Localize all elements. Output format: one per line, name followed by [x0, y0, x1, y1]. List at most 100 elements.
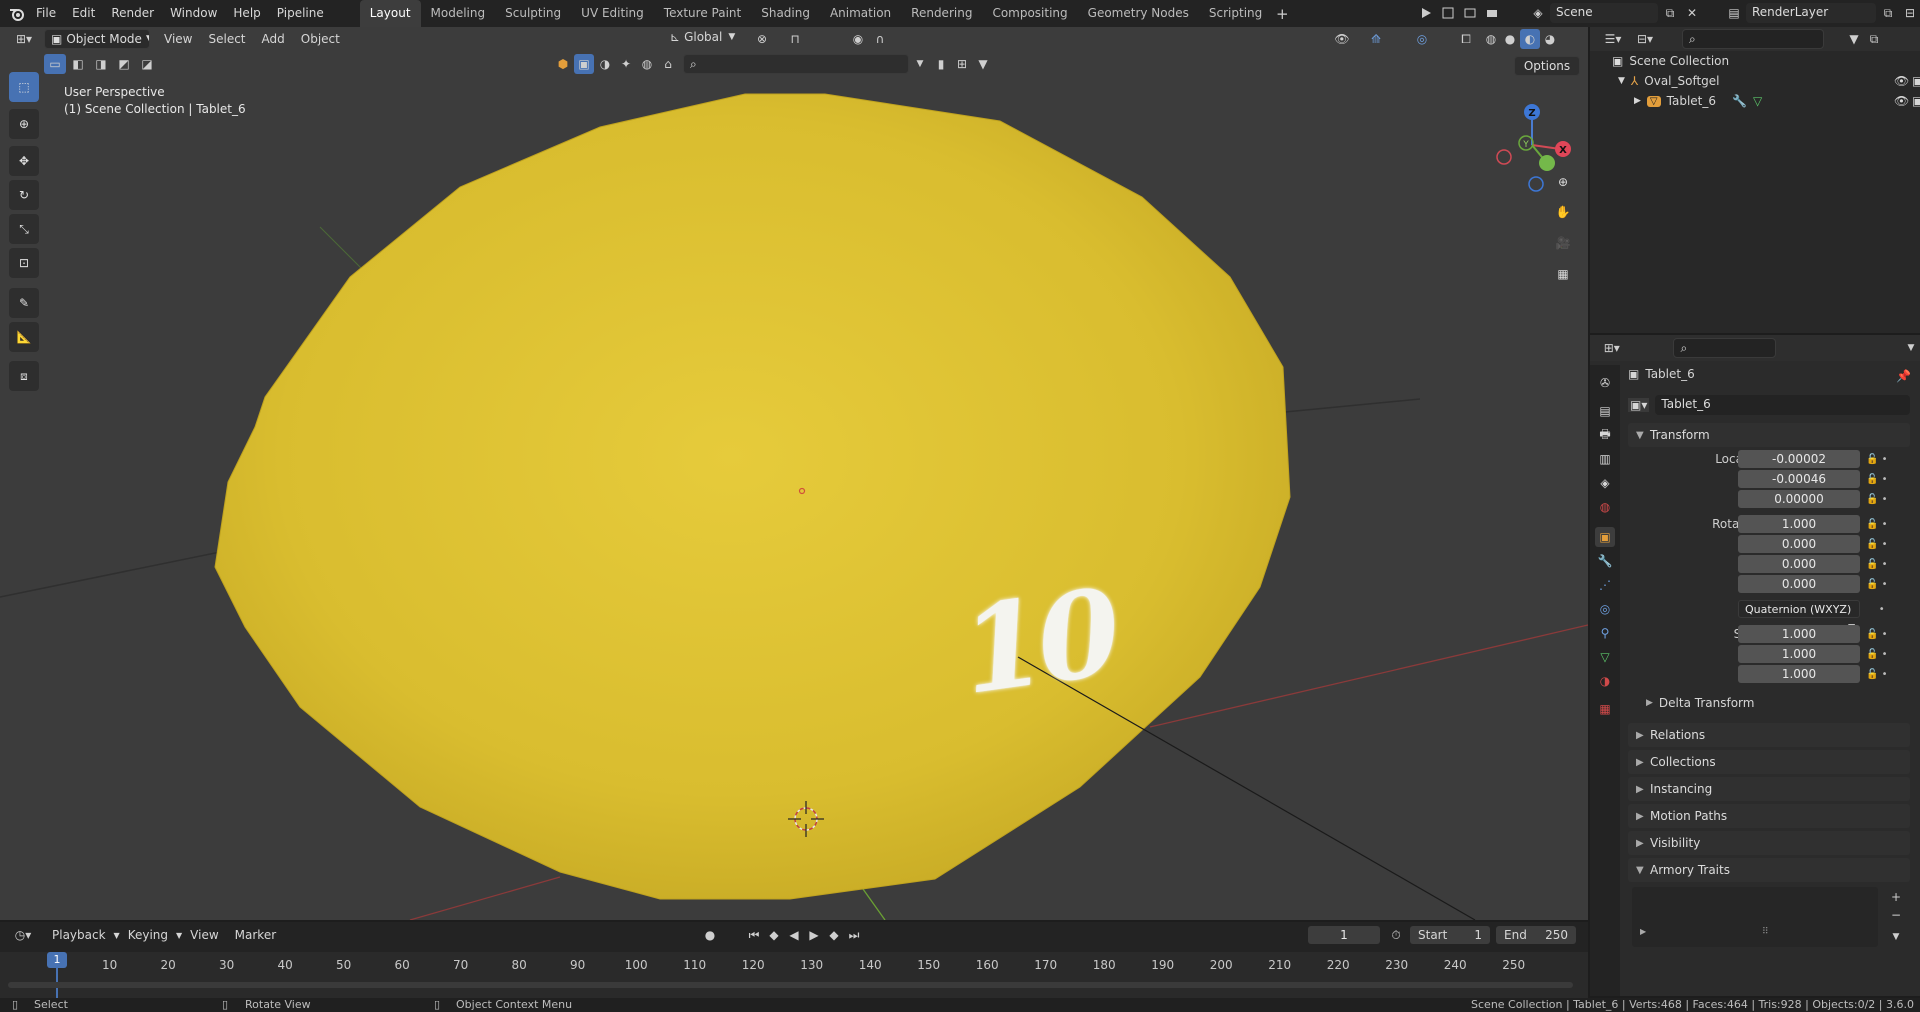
- viewport-menu-add[interactable]: Add: [254, 32, 293, 46]
- scene-tab-icon[interactable]: ◈: [1595, 473, 1615, 493]
- viewport-search-input[interactable]: ⌕: [683, 54, 909, 74]
- select-intersect-icon[interactable]: ◪: [136, 54, 158, 74]
- lock-icon[interactable]: 🔓 •: [1866, 535, 1906, 555]
- rendered-shading-icon[interactable]: ◕: [1540, 29, 1560, 49]
- tool-move[interactable]: ✥: [9, 146, 39, 176]
- object-datablock[interactable]: ▣▾ Tablet_6: [1628, 395, 1910, 415]
- play-reverse-icon[interactable]: ◀: [784, 925, 804, 945]
- eye-icon[interactable]: 👁: [1894, 94, 1909, 108]
- view-options-icon[interactable]: ⊞: [952, 54, 972, 74]
- tab-modeling[interactable]: Modeling: [421, 0, 496, 27]
- chevron-down-icon[interactable]: ▼: [1886, 927, 1906, 947]
- keyframe-dot-icon[interactable]: •: [1866, 600, 1906, 620]
- timeline-menu-view[interactable]: View: [182, 928, 226, 942]
- camera-render-icon[interactable]: ▣: [1912, 94, 1920, 108]
- viewlayer-tab-icon[interactable]: ▥: [1595, 449, 1615, 469]
- tool-measure[interactable]: 📐: [9, 322, 39, 352]
- tool-cursor[interactable]: ⊕: [9, 109, 39, 139]
- scale-y-field[interactable]: 1.000: [1738, 645, 1860, 663]
- lock-icon[interactable]: 🔓 •: [1866, 450, 1906, 470]
- scale-x-field[interactable]: 1.000: [1738, 625, 1860, 643]
- rotation-mode-dropdown[interactable]: Quaternion (WXYZ)▼: [1738, 600, 1860, 633]
- chevron-down-icon[interactable]: ▼: [910, 54, 930, 74]
- relations-panel-header[interactable]: ▶ Relations: [1628, 723, 1910, 747]
- scene-filter-icon[interactable]: ⬢: [553, 54, 573, 74]
- location-x-field[interactable]: -0.00002: [1738, 450, 1860, 468]
- material-filter-icon[interactable]: ◑: [595, 54, 615, 74]
- menu-pipeline[interactable]: Pipeline: [269, 0, 332, 27]
- camera-render-icon[interactable]: ▣: [1912, 74, 1920, 88]
- rotation-z-field[interactable]: 0.000: [1738, 575, 1860, 593]
- outliner-search-input[interactable]: ⌕: [1682, 29, 1824, 49]
- select-extend-icon[interactable]: ◧: [67, 54, 89, 74]
- play-render-icon[interactable]: [1416, 3, 1436, 23]
- motion-paths-panel-header[interactable]: ▶ Motion Paths: [1628, 804, 1910, 828]
- play-icon[interactable]: ▶: [804, 925, 824, 945]
- properties-search-input[interactable]: ⌕: [1673, 338, 1776, 358]
- menu-window[interactable]: Window: [162, 0, 225, 27]
- armory-traits-panel-header[interactable]: ▼ Armory Traits: [1628, 858, 1910, 882]
- bookmark-icon[interactable]: ▮: [931, 54, 951, 74]
- tab-texture-paint[interactable]: Texture Paint: [654, 0, 751, 27]
- blender-logo-icon[interactable]: [6, 4, 28, 24]
- rotation-y-field[interactable]: 0.000: [1738, 555, 1860, 573]
- end-frame-field[interactable]: End 250: [1496, 926, 1576, 944]
- location-y-field[interactable]: -0.00046: [1738, 470, 1860, 488]
- light-filter-icon[interactable]: ✦: [616, 54, 636, 74]
- pan-hand-icon[interactable]: ✋: [1550, 199, 1576, 225]
- viewport-menu-object[interactable]: Object: [293, 32, 348, 46]
- constraints-tab-icon[interactable]: ⚲: [1595, 623, 1615, 643]
- armory-traits-list[interactable]: ▶ ⠿: [1632, 887, 1878, 947]
- select-difference-icon[interactable]: ◩: [113, 54, 135, 74]
- scene-name[interactable]: Scene: [1550, 3, 1658, 23]
- timeline-track[interactable]: [0, 952, 1588, 998]
- select-new-icon[interactable]: ▭: [44, 54, 66, 74]
- visibility-icon[interactable]: 👁: [1332, 29, 1352, 49]
- object-tab-icon[interactable]: ▣: [1595, 527, 1615, 547]
- properties-editor-icon[interactable]: ⊞▾: [1600, 338, 1623, 358]
- lock-icon[interactable]: 🔓 •: [1866, 490, 1906, 510]
- timeline-menu-marker[interactable]: Marker: [227, 928, 284, 942]
- menu-edit[interactable]: Edit: [64, 0, 103, 27]
- object-name-field[interactable]: Tablet_6: [1655, 395, 1910, 415]
- jump-start-icon[interactable]: ⏮: [744, 925, 764, 945]
- tool-select-box[interactable]: ⬚: [9, 72, 39, 102]
- viewport-menu-view[interactable]: View: [156, 32, 200, 46]
- tab-scripting[interactable]: Scripting: [1199, 0, 1272, 27]
- lock-icon[interactable]: 🔓 •: [1866, 625, 1906, 645]
- lock-icon[interactable]: 🔓 •: [1866, 470, 1906, 490]
- timeline-menu-playback[interactable]: Playback: [44, 928, 114, 942]
- world-filter-icon[interactable]: ◍: [637, 54, 657, 74]
- remove-trait-icon[interactable]: −: [1886, 905, 1906, 925]
- tab-compositing[interactable]: Compositing: [982, 0, 1077, 27]
- falloff-icon[interactable]: ∩: [870, 29, 890, 49]
- instancing-panel-header[interactable]: ▶ Instancing: [1628, 777, 1910, 801]
- add-workspace-icon[interactable]: +: [1272, 4, 1292, 24]
- jump-end-icon[interactable]: ⏭: [844, 925, 864, 945]
- tab-sculpting[interactable]: Sculpting: [495, 0, 571, 27]
- rotation-x-field[interactable]: 0.000: [1738, 535, 1860, 553]
- tool-transform[interactable]: ⊡: [9, 248, 39, 278]
- scene-icon[interactable]: ◈: [1528, 3, 1548, 23]
- options-dropdown[interactable]: Options: [1514, 56, 1580, 76]
- next-keyframe-icon[interactable]: ◆: [824, 925, 844, 945]
- tool-annotate[interactable]: ✎: [9, 288, 39, 318]
- lock-icon[interactable]: 🔓 •: [1866, 665, 1906, 685]
- tool-rotate[interactable]: ↻: [9, 180, 39, 210]
- camera-view-icon[interactable]: 🎥: [1550, 230, 1576, 256]
- start-frame-field[interactable]: Start 1: [1410, 926, 1490, 944]
- new-viewlayer-icon[interactable]: ⧉: [1878, 3, 1898, 23]
- visibility-panel-header[interactable]: ▶ Visibility: [1628, 831, 1910, 855]
- menu-help[interactable]: Help: [225, 0, 268, 27]
- snap-icon[interactable]: ⊓: [785, 29, 805, 49]
- 3d-viewport[interactable]: 10 ⊞▾ ▣ Object Mode ▼ View Select Add Ob…: [0, 27, 1588, 920]
- proportional-edit-icon[interactable]: ◉: [848, 29, 868, 49]
- tab-uv-editing[interactable]: UV Editing: [571, 0, 654, 27]
- collapse-arrow-icon[interactable]: ▼: [1618, 76, 1625, 86]
- lock-icon[interactable]: 🔓 •: [1866, 555, 1906, 575]
- editor-type-icon[interactable]: ⊞▾: [10, 29, 38, 49]
- new-scene-icon[interactable]: ⧉: [1660, 3, 1680, 23]
- select-subtract-icon[interactable]: ◨: [90, 54, 112, 74]
- resize-handle-icon[interactable]: ⠿: [1762, 927, 1769, 937]
- tool-scale[interactable]: ⤡: [9, 214, 39, 244]
